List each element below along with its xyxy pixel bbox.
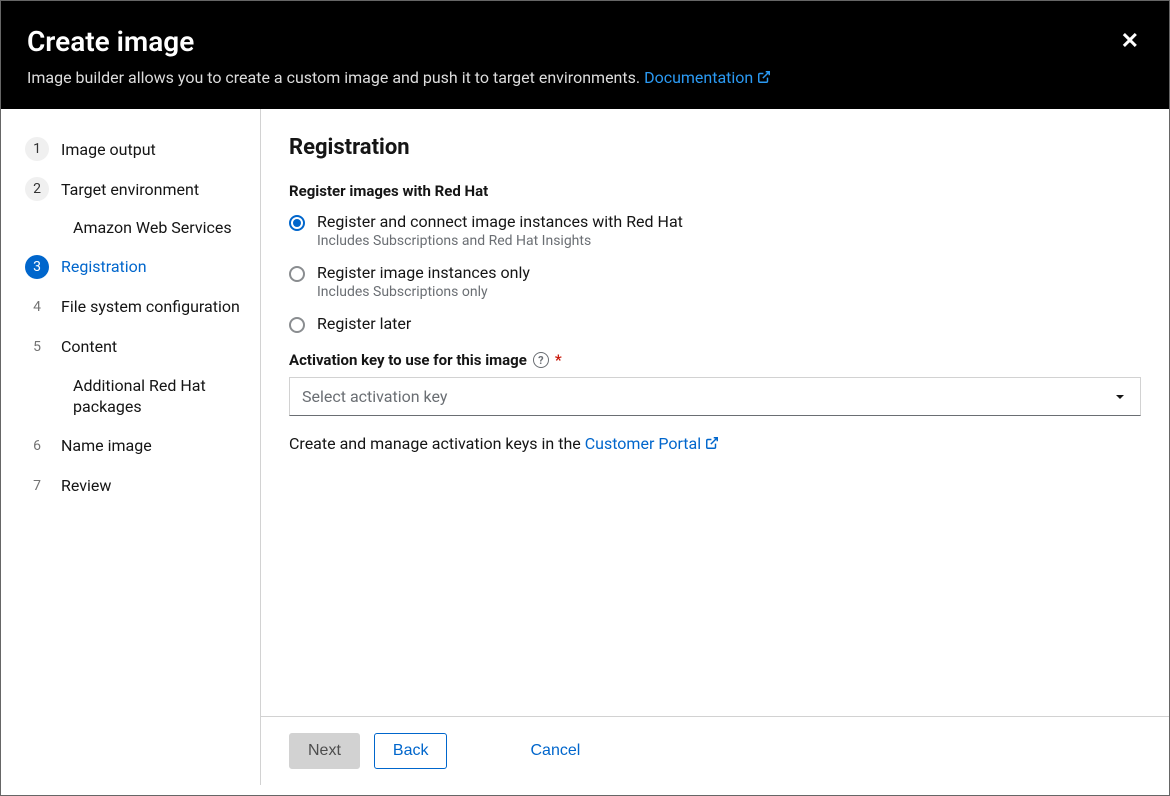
caret-down-icon (1114, 391, 1126, 403)
radio-icon (289, 266, 305, 282)
help-icon[interactable]: ? (533, 352, 549, 368)
register-radio-group: Register and connect image instances wit… (289, 212, 1141, 333)
customer-portal-link[interactable]: Customer Portal (585, 434, 719, 453)
cancel-button[interactable]: Cancel (511, 733, 599, 769)
next-button[interactable]: Next (289, 733, 360, 769)
wizard-sidebar: 1 Image output 2 Target environment Amaz… (1, 109, 261, 785)
radio-register-only[interactable]: Register image instances only Includes S… (289, 263, 1141, 300)
substep-aws[interactable]: Amazon Web Services (25, 209, 246, 247)
radio-register-later[interactable]: Register later (289, 314, 1141, 333)
activation-key-hint: Create and manage activation keys in the… (289, 434, 1141, 453)
activation-key-select[interactable]: Select activation key (289, 377, 1141, 416)
step-registration[interactable]: 3 Registration (25, 247, 246, 287)
substep-redhat-packages[interactable]: Additional Red Hat packages (25, 367, 246, 426)
step-content[interactable]: 5 Content (25, 327, 246, 367)
activation-key-label: Activation key to use for this image ? * (289, 351, 1141, 369)
step-name-image[interactable]: 6 Name image (25, 426, 246, 466)
wizard-footer: Next Back Cancel (261, 716, 1169, 785)
radio-icon (289, 215, 305, 231)
documentation-link[interactable]: Documentation (644, 68, 771, 87)
register-label: Register images with Red Hat (289, 182, 1141, 200)
external-link-icon (705, 436, 719, 450)
required-mark: * (555, 351, 562, 369)
section-heading: Registration (289, 135, 1141, 160)
page-title: Create image (27, 25, 1143, 58)
step-target-environment[interactable]: 2 Target environment (25, 169, 246, 209)
step-image-output[interactable]: 1 Image output (25, 129, 246, 169)
back-button[interactable]: Back (374, 733, 448, 769)
radio-register-connect[interactable]: Register and connect image instances wit… (289, 212, 1141, 249)
wizard-content: Registration Register images with Red Ha… (261, 109, 1169, 716)
external-link-icon (757, 70, 771, 84)
wizard-header: Create image Image builder allows you to… (1, 1, 1169, 109)
radio-icon (289, 317, 305, 333)
page-subtitle: Image builder allows you to create a cus… (27, 68, 1143, 87)
step-filesystem[interactable]: 4 File system configuration (25, 287, 246, 327)
step-review[interactable]: 7 Review (25, 466, 246, 506)
close-button[interactable]: ✕ (1121, 29, 1139, 54)
